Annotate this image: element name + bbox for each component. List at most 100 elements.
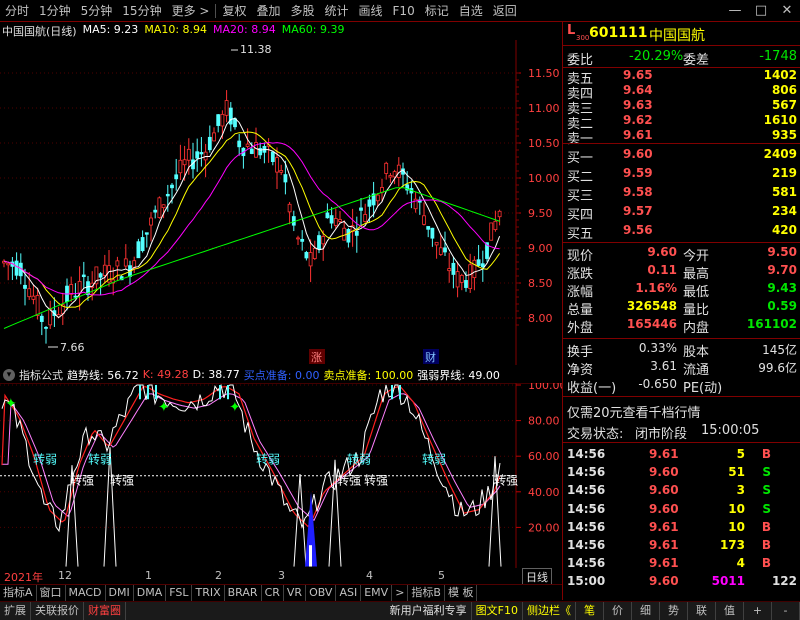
- stat-label: 换手: [567, 345, 594, 360]
- price-tick-label: 10.00: [528, 172, 560, 185]
- price-tick-label: 11.00: [528, 102, 560, 115]
- candle-body: [325, 212, 330, 219]
- tab-more-arrow[interactable]: >: [392, 585, 409, 601]
- tab-asi[interactable]: ASI: [336, 585, 362, 601]
- tab-vr[interactable]: VR: [284, 585, 307, 601]
- overlay-button[interactable]: 叠加: [251, 0, 285, 22]
- tab-brar[interactable]: BRAR: [225, 585, 262, 601]
- tick-volume: 5011: [711, 574, 745, 589]
- price-tick-label: 9.50: [528, 207, 553, 220]
- quote-panel: L 300 601111 中国国航 委比 -20.29% 委差 -1748 卖五…: [562, 22, 800, 600]
- candle-body: [136, 241, 141, 259]
- candle-body: [102, 264, 107, 276]
- tab-ticks[interactable]: 笔: [576, 602, 604, 620]
- candle-body: [493, 220, 498, 231]
- tab-trend[interactable]: 势: [660, 602, 688, 620]
- close-icon[interactable]: ✕: [774, 0, 800, 22]
- statistics-button[interactable]: 统计: [320, 0, 354, 22]
- indicator-tick-label: 20.00: [528, 521, 560, 534]
- candle-body: [443, 247, 447, 253]
- candle-body: [434, 241, 439, 246]
- tick-price: 9.60: [649, 465, 679, 480]
- tab-dmi[interactable]: DMI: [106, 585, 134, 601]
- promo-row[interactable]: 仅需20元查看千档行情: [563, 400, 800, 421]
- candle-body: [468, 264, 473, 290]
- zoom-in-button[interactable]: +: [744, 602, 772, 620]
- tab-value[interactable]: 值: [716, 602, 744, 620]
- tab-window[interactable]: 窗口: [37, 585, 66, 601]
- tab-expand[interactable]: 扩展: [0, 602, 31, 620]
- multi-stock-button[interactable]: 多股: [285, 0, 319, 22]
- candle-body: [186, 148, 191, 161]
- candle-body: [329, 215, 334, 224]
- candle-body: [359, 207, 363, 211]
- tick-price: 9.61: [649, 556, 679, 571]
- tab-trix[interactable]: TRIX: [192, 585, 225, 601]
- tab-more[interactable]: 更多 >: [167, 0, 215, 22]
- zoom-out-button[interactable]: -: [772, 602, 800, 620]
- ma20-label: MA20: 8.94: [213, 23, 276, 36]
- buy-price: 9.60: [623, 147, 653, 161]
- tab-wealth-circle[interactable]: 财富圈: [84, 602, 126, 620]
- indicator-tick-label: 60.00: [528, 450, 560, 463]
- tab-obv[interactable]: OBV: [306, 585, 337, 601]
- sidebar-toggle[interactable]: 侧边栏《: [523, 602, 576, 620]
- buy-level-label: 买二: [567, 170, 594, 185]
- candle-body: [216, 114, 221, 126]
- stat-value: 9.60: [647, 245, 677, 259]
- tick-time: 14:56: [567, 501, 606, 516]
- bottom-tabs: 扩展 关联报价 财富圈 新用户福利专享 图文F10 侧边栏《 笔 价 细 势 联…: [0, 601, 800, 620]
- tab-1min[interactable]: 1分钟: [34, 0, 76, 22]
- tab-5min[interactable]: 5分钟: [76, 0, 118, 22]
- trade-status-value: 闭市阶段: [635, 427, 688, 442]
- minimize-icon[interactable]: —: [722, 0, 748, 22]
- new-user-promo-link[interactable]: 新用户福利专享: [386, 602, 472, 620]
- tick-time: 14:56: [567, 465, 606, 480]
- tab-cr[interactable]: CR: [262, 585, 284, 601]
- promo-text[interactable]: 仅需20元查看千档行情: [567, 402, 701, 421]
- mark-button[interactable]: 标记: [420, 0, 454, 22]
- tab-indicator-a[interactable]: 指标A: [0, 585, 37, 601]
- tab-detail[interactable]: 细: [632, 602, 660, 620]
- f10-button[interactable]: F10: [388, 0, 420, 22]
- tab-linked[interactable]: 联: [688, 602, 716, 620]
- maximize-icon[interactable]: □: [748, 0, 774, 22]
- indicator-title[interactable]: 指标公式: [19, 367, 63, 383]
- strength-line-value: 强弱界线: 49.00: [417, 368, 500, 382]
- buy-level-label: 买一: [567, 151, 594, 166]
- tab-template[interactable]: 模 板: [445, 585, 478, 601]
- buy-volume: 581: [771, 185, 797, 199]
- candle-body: [422, 215, 426, 225]
- d-value: D: 38.77: [192, 368, 240, 381]
- tab-15min[interactable]: 15分钟: [117, 0, 166, 22]
- share-stat-row: 收益(一) -0.650 PE(动): [563, 377, 800, 396]
- tab-indicator-b[interactable]: 指标B: [408, 585, 445, 601]
- tab-macd[interactable]: MACD: [66, 585, 106, 601]
- strong-signal-label: 转强: [494, 473, 518, 488]
- f10-text-button[interactable]: 图文F10: [472, 602, 523, 620]
- indicator-chart[interactable]: 100.0080.0060.0040.0020.00 ✦✦✦ 转弱转弱转弱转弱转…: [0, 383, 562, 568]
- candle-body: [182, 159, 187, 166]
- tick-side: B: [761, 447, 771, 461]
- candle-body: [459, 274, 464, 283]
- kline-chart[interactable]: 11.50 11.00 10.50 10.00 9.50 9.00 8.50 8.00 11.…: [0, 40, 562, 365]
- stat-value: 145亿: [762, 343, 797, 357]
- k-value: K: 49.28: [142, 368, 189, 381]
- candle-body: [396, 164, 401, 178]
- fuquan-button[interactable]: 复权: [217, 0, 251, 22]
- tab-dma[interactable]: DMA: [134, 585, 167, 601]
- tab-1min-timeshare[interactable]: 分时: [0, 0, 34, 22]
- buy-volume: 2409: [763, 147, 797, 161]
- tab-fsl[interactable]: FSL: [166, 585, 193, 601]
- candle-body: [375, 194, 380, 202]
- sell-volume: 567: [771, 98, 797, 112]
- tab-emv[interactable]: EMV: [361, 585, 393, 601]
- buy-price: 9.59: [623, 166, 653, 180]
- watchlist-button[interactable]: 自选: [454, 0, 488, 22]
- tab-related-quotes[interactable]: 关联报价: [31, 602, 84, 620]
- indicator-menu-icon[interactable]: ▾: [3, 368, 15, 381]
- draw-line-button[interactable]: 画线: [354, 0, 388, 22]
- back-button[interactable]: 返回: [488, 0, 522, 22]
- buy-row: 买五 9.56 420: [563, 223, 800, 242]
- tab-price[interactable]: 价: [604, 602, 632, 620]
